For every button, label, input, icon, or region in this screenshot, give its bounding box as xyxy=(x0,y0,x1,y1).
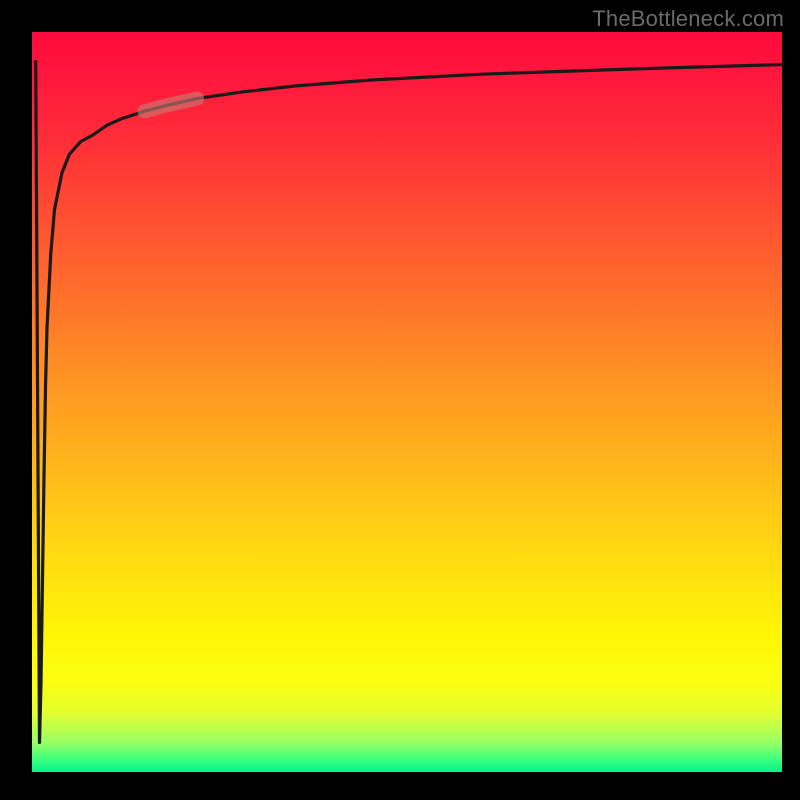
watermark-text: TheBottleneck.com xyxy=(592,6,784,32)
chart-frame: TheBottleneck.com xyxy=(0,0,800,800)
gradient-background xyxy=(32,32,782,772)
